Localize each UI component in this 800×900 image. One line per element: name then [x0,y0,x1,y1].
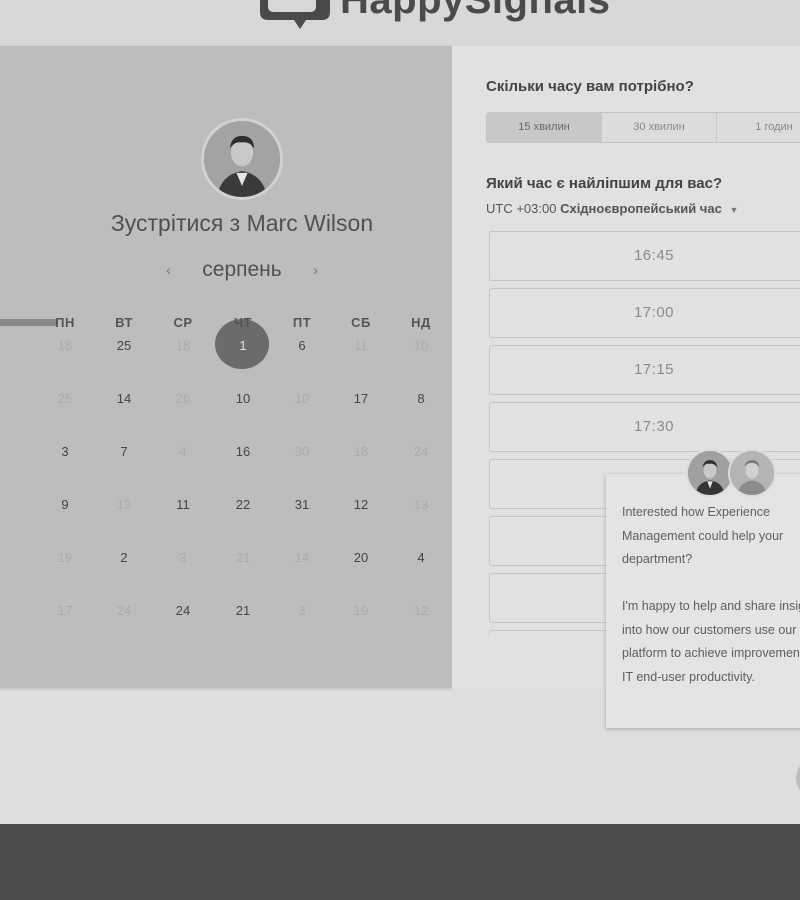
person-photo-icon [730,451,774,495]
weekday-label: ПН [55,315,75,330]
calendar-day: 4 [179,444,187,459]
time-slot[interactable]: 17:15 [489,345,800,395]
chat-message: Interested how Experience Management cou… [622,501,800,689]
calendar-day[interactable]: 3 [40,444,90,459]
calendar-day[interactable]: 11 [158,497,208,512]
calendar-day: 19 [57,550,73,565]
calendar-day: 18 [175,338,191,353]
dropdown-caret-icon: ▼ [729,205,739,215]
calendar-day: 25 [57,391,73,406]
calendar-day: 10 [294,391,310,406]
calendar-panel: Зустрітися з Marc Wilson ‹ серпень › ПН В… [0,46,452,688]
duration-tabs: 15 хвилин 30 хвилин 1 годин [486,112,800,143]
calendar-day[interactable]: 8 [396,391,446,406]
calendar-day: 14 [294,550,310,565]
chat-message-intro: Interested how Experience Management cou… [622,505,784,566]
timezone-offset: UTC +03:00 [486,201,557,216]
calendar-day[interactable]: 17 [336,391,386,406]
calendar-day: 13 [116,497,132,512]
calendar-day: 21 [235,550,251,565]
weekday-label: НД [411,315,431,330]
meeting-title: Зустрітися з Marc Wilson [110,210,374,236]
brand-logo: HappySignals [340,0,611,22]
chat-launcher-button[interactable] [796,758,800,798]
duration-heading: Скільки часу вам потрібно? [486,78,694,95]
calendar-day: 24 [116,603,132,618]
calendar-day[interactable]: 4 [396,550,446,565]
time-slot[interactable]: 17:00 [489,288,800,338]
timezone-selector[interactable]: UTC +03:00 Східноєвропейський час ▼ [486,201,738,216]
weekday-label: ПТ [292,315,312,330]
weekday-label: СБ [351,315,371,330]
calendar-day[interactable]: 21 [218,603,268,618]
calendar-day[interactable]: 2 [99,550,149,565]
speech-bubble-logo-icon [260,0,330,29]
logo-header: HappySignals [0,0,800,46]
calendar-day[interactable]: 16 [218,444,268,459]
calendar-day: 3 [179,550,187,565]
calendar-day: 24 [413,444,429,459]
time-slot[interactable]: 16:45 [489,231,800,281]
calendar-day: 18 [353,444,369,459]
weekday-label: ЧТ [233,315,253,330]
weekday-label: СР [173,315,193,330]
calendar-day: 10 [413,338,429,353]
agent-avatar [728,449,776,497]
time-slot[interactable]: 17:30 [489,402,800,452]
calendar-day[interactable]: 12 [336,497,386,512]
weekday-label: ВТ [115,315,133,330]
time-heading: Який час є найліпшим для вас? [486,175,723,192]
timezone-name: Східноєвропейський час [560,201,722,216]
calendar-day[interactable]: 10 [218,391,268,406]
calendar-day[interactable]: 6 [277,338,327,353]
month-navigation: ‹ серпень › [160,256,324,284]
calendar-day[interactable]: 9 [40,497,90,512]
calendar-day[interactable]: 20 [336,550,386,565]
duration-tab-30[interactable]: 30 хвилин [602,113,717,142]
calendar-day[interactable]: 25 [99,338,149,353]
calendar-day[interactable]: 14 [99,391,149,406]
duration-tab-15[interactable]: 15 хвилин [487,113,602,142]
person-photo-icon [204,121,280,197]
calendar-day[interactable]: 7 [99,444,149,459]
previous-month-arrow-icon[interactable]: ‹ [160,262,177,279]
chat-agent-avatars [686,449,778,497]
calendar-day[interactable]: 31 [277,497,327,512]
page-footer [0,824,800,900]
calendar-day: 30 [294,444,310,459]
calendar-day: 26 [175,391,191,406]
host-avatar [201,118,283,200]
calendar-day: 11 [354,338,368,353]
calendar-day: 3 [298,603,306,618]
month-label: серпень [202,258,282,281]
selected-calendar-day[interactable]: 1 [218,338,268,353]
calendar-day: 18 [57,338,73,353]
calendar-day[interactable]: 22 [218,497,268,512]
calendar-day: 13 [413,497,429,512]
next-month-arrow-icon[interactable]: › [307,262,324,279]
calendar-day: 12 [413,603,429,618]
calendar-day: 19 [353,603,369,618]
calendar-day[interactable]: 24 [158,603,208,618]
person-photo-icon [688,451,732,495]
calendar-day: 17 [57,603,73,618]
duration-tab-60[interactable]: 1 годин [717,113,800,142]
agent-avatar [686,449,734,497]
chat-message-body: I'm happy to help and share insight into… [622,599,800,684]
